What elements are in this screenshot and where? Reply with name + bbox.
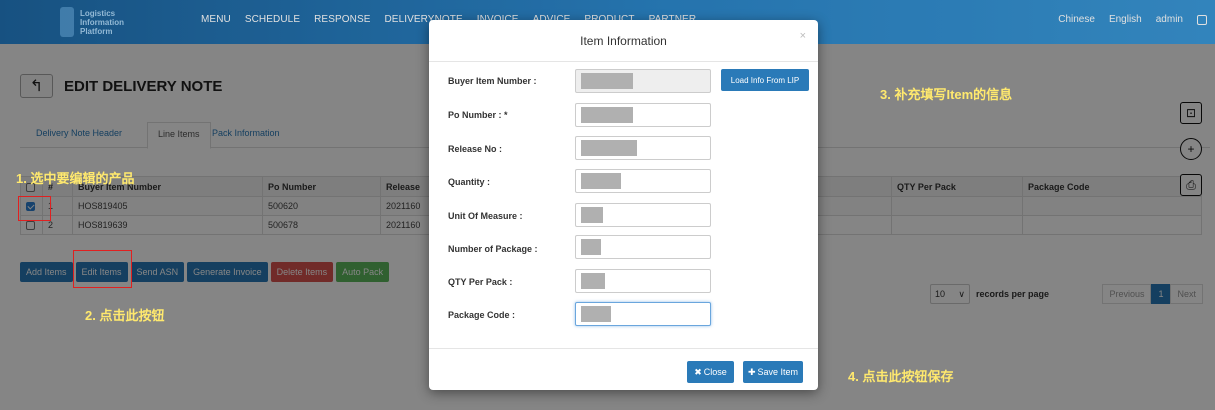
highlight-edit-button <box>73 250 132 288</box>
close-icon[interactable]: × <box>800 30 806 42</box>
close-button[interactable]: ✖ Close <box>687 361 734 383</box>
number-of-package-field[interactable] <box>575 235 711 259</box>
unit-of-measure-label: Unit Of Measure : <box>448 211 523 221</box>
po-number-label: Po Number : * <box>448 110 508 120</box>
package-code-label: Package Code : <box>448 310 516 320</box>
load-info-button[interactable]: Load Info From LIP <box>721 69 809 91</box>
annotation-step-2: 2. 点击此按钮 <box>85 308 165 323</box>
annotation-step-1: 1. 选中要编辑的产品 <box>16 171 135 186</box>
modal-header: Item Information × <box>429 20 818 62</box>
quantity-label: Quantity : <box>448 177 490 187</box>
modal-title: Item Information <box>580 33 667 48</box>
highlight-checkbox <box>18 196 51 221</box>
unit-of-measure-field[interactable] <box>575 203 711 227</box>
qty-per-pack-label: QTY Per Pack : <box>448 277 513 287</box>
close-icon: ✖ <box>694 366 702 377</box>
po-number-field[interactable] <box>575 103 711 127</box>
release-no-label: Release No : <box>448 144 503 154</box>
plus-icon: ✚ <box>747 366 756 377</box>
quantity-field[interactable] <box>575 169 711 193</box>
save-item-button[interactable]: ✚ Save Item <box>743 361 803 383</box>
item-information-modal: Item Information × Buyer Item Number : L… <box>429 20 818 390</box>
package-code-field[interactable] <box>575 302 711 326</box>
buyer-item-number-field[interactable] <box>575 69 711 93</box>
annotation-step-4: 4. 点击此按钮保存 <box>848 369 954 384</box>
annotation-step-3: 3. 补充填写Item的信息 <box>880 87 1013 102</box>
modal-footer-divider <box>429 348 818 349</box>
release-no-field[interactable] <box>575 136 711 160</box>
buyer-item-number-label: Buyer Item Number : <box>448 76 537 86</box>
number-of-package-label: Number of Package : <box>448 244 538 254</box>
qty-per-pack-field[interactable] <box>575 269 711 293</box>
